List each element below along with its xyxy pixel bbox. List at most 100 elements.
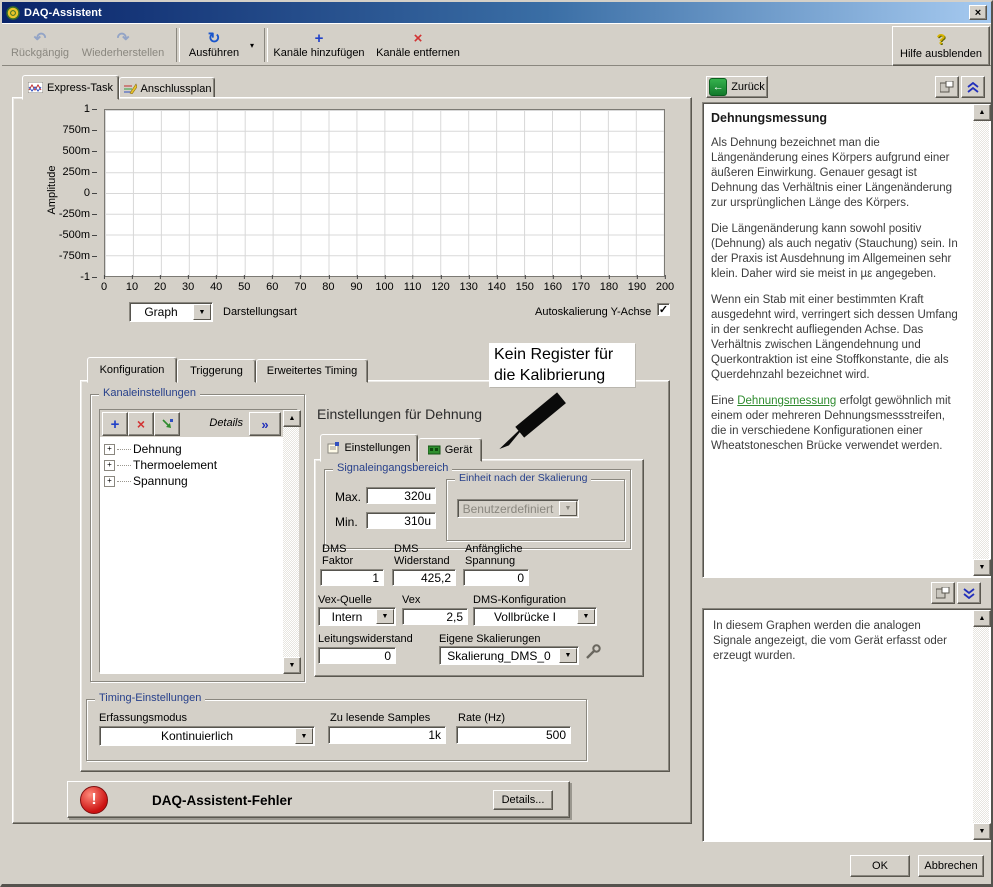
- titlebar: DAQ-Assistent: [2, 2, 991, 23]
- scroll-down-icon: ▼: [288, 662, 296, 669]
- acquisition-mode-dropdown[interactable]: Kontinuierlich ▼: [99, 726, 315, 746]
- scroll-up-icon: ▲: [978, 615, 986, 622]
- collapse-info-button[interactable]: [957, 582, 981, 604]
- channel-toolbar: + × Details »: [100, 410, 283, 437]
- gage-resistance-input[interactable]: 425,2: [392, 569, 456, 586]
- close-icon: ×: [974, 6, 982, 19]
- rate-value: 500: [545, 728, 566, 742]
- lead-resistance-input[interactable]: 0: [318, 647, 396, 664]
- x-axis-tick-label: 170: [571, 275, 591, 293]
- run-menu-arrow-icon: ▾: [249, 40, 254, 50]
- error-text: DAQ-Assistent-Fehler: [152, 793, 293, 808]
- rate-label: Rate (Hz): [458, 712, 506, 724]
- help-scrollbar[interactable]: ▲ ▼: [973, 104, 991, 576]
- channel-reassign-button[interactable]: [154, 412, 180, 436]
- app-icon: [6, 5, 20, 20]
- tab-konfiguration[interactable]: Konfiguration: [87, 357, 177, 383]
- vex-input[interactable]: 2,5: [402, 608, 468, 625]
- toolbar: ↶ Rückgängig ↷ Wiederherstellen ↻ Ausfüh…: [2, 23, 991, 66]
- channel-list: + Dehnung + Thermoelement + Spannung: [100, 437, 283, 674]
- collapse-help-button[interactable]: [961, 76, 985, 98]
- tab-express-task[interactable]: Express-Task: [22, 75, 119, 100]
- scroll-down-button[interactable]: ▼: [973, 823, 991, 840]
- vex-source-dropdown[interactable]: Intern ▼: [318, 607, 396, 626]
- channel-remove-icon: ×: [136, 416, 146, 432]
- y-axis-tick-label: 500m: [62, 145, 97, 157]
- tab-erweitertes-timing[interactable]: Erweitertes Timing: [256, 359, 368, 383]
- close-button[interactable]: ×: [969, 5, 987, 20]
- error-details-button[interactable]: Details...: [493, 790, 553, 810]
- lead-resistance-label: Leitungswiderstand: [318, 633, 413, 645]
- scroll-down-button[interactable]: ▼: [973, 559, 991, 576]
- custom-scaling-dropdown[interactable]: Skalierung_DMS_0 ▼: [439, 646, 579, 665]
- run-button[interactable]: ↻ Ausführen: [184, 26, 244, 64]
- add-channels-button[interactable]: + Kanäle hinzufügen: [270, 26, 368, 64]
- x-axis-tick-label: 0: [100, 275, 108, 293]
- channel-list-item[interactable]: + Dehnung: [100, 441, 283, 457]
- channel-list-item[interactable]: + Thermoelement: [100, 457, 283, 473]
- scroll-up-button[interactable]: ▲: [973, 610, 991, 627]
- remove-channels-button[interactable]: × Kanäle entfernen: [370, 26, 466, 64]
- help-paragraph: Die Längenänderung kann sowohl positiv (…: [711, 223, 958, 280]
- tab-triggerung[interactable]: Triggerung: [177, 359, 256, 383]
- scroll-down-button[interactable]: ▼: [283, 657, 301, 674]
- redo-icon: ↷: [116, 30, 130, 47]
- wrench-icon[interactable]: [584, 643, 602, 661]
- autoscale-checkbox[interactable]: ✓: [657, 303, 670, 316]
- tab-geraet[interactable]: Gerät: [418, 438, 482, 462]
- tree-expand-icon[interactable]: +: [104, 443, 115, 455]
- scroll-up-button[interactable]: ▲: [283, 410, 301, 427]
- channel-remove-button[interactable]: ×: [128, 412, 154, 436]
- ok-button[interactable]: OK: [850, 855, 910, 877]
- tab-express-task-label: Express-Task: [46, 81, 114, 94]
- max-input[interactable]: 320u: [366, 487, 436, 504]
- gage-factor-input[interactable]: 1: [320, 569, 384, 586]
- settings-heading: Einstellungen für Dehnung: [317, 406, 483, 422]
- double-chevron-down-icon: [963, 587, 975, 599]
- help-link[interactable]: Dehnungsmessung: [737, 395, 836, 407]
- channel-list-item[interactable]: + Spannung: [100, 473, 283, 489]
- y-axis-tick-label: 1: [83, 103, 98, 115]
- channel-add-button[interactable]: +: [102, 412, 128, 436]
- display-type-dropdown[interactable]: Graph ▼: [129, 302, 213, 322]
- gage-resistance-value: 425,2: [420, 570, 451, 585]
- undo-icon: ↶: [33, 30, 47, 47]
- initial-voltage-input[interactable]: 0: [463, 569, 529, 586]
- x-axis-tick-label: 100: [375, 275, 394, 293]
- tab-einstellungen-label: Einstellungen: [344, 442, 411, 454]
- connection-diagram-icon: [123, 83, 137, 94]
- acquisition-mode-value: Kontinuierlich: [160, 729, 234, 743]
- initial-voltage-value: 0: [517, 570, 524, 585]
- info-scrollbar[interactable]: ▲ ▼: [973, 610, 991, 840]
- cancel-label: Abbrechen: [924, 860, 978, 872]
- add-channels-label: Kanäle hinzufügen: [273, 47, 365, 59]
- scroll-up-button[interactable]: ▲: [973, 104, 991, 121]
- details-expand-button[interactable]: »: [249, 412, 281, 436]
- float-help-button[interactable]: [935, 76, 959, 98]
- hide-help-button[interactable]: ? Hilfe ausblenden: [892, 26, 990, 66]
- help-text: Eine: [711, 395, 738, 407]
- float-info-button[interactable]: [931, 582, 955, 604]
- undo-button[interactable]: ↶ Rückgängig: [8, 26, 72, 64]
- run-menu-button[interactable]: ▾: [245, 26, 259, 64]
- dropdown-arrow-icon: ▼: [376, 609, 394, 624]
- x-axis-tick-label: 50: [238, 275, 251, 293]
- min-input[interactable]: 310u: [366, 512, 436, 529]
- unit-dropdown[interactable]: Benutzerdefiniert ▼: [457, 499, 579, 518]
- rate-input[interactable]: 500: [456, 726, 571, 744]
- back-button[interactable]: ← Zurück: [706, 76, 768, 98]
- x-axis-tick-label: 70: [294, 275, 307, 293]
- tab-einstellungen[interactable]: Einstellungen: [320, 434, 418, 462]
- back-arrow-icon: ←: [709, 78, 728, 96]
- channel-list-scrollbar[interactable]: ▲ ▼: [283, 410, 301, 674]
- cancel-button[interactable]: Abbrechen: [918, 855, 984, 877]
- x-axis-tick-label: 150: [515, 275, 534, 293]
- display-type-value: Graph: [144, 305, 178, 319]
- dms-config-dropdown[interactable]: Vollbrücke I ▼: [473, 607, 597, 626]
- samples-input[interactable]: 1k: [328, 726, 446, 744]
- tree-expand-icon[interactable]: +: [104, 459, 115, 471]
- graph-info-pane: In diesem Graphen werden die analogen Si…: [702, 608, 991, 842]
- redo-button[interactable]: ↷ Wiederherstellen: [76, 26, 170, 64]
- tree-expand-icon[interactable]: +: [104, 475, 115, 487]
- run-label: Ausführen: [188, 47, 240, 59]
